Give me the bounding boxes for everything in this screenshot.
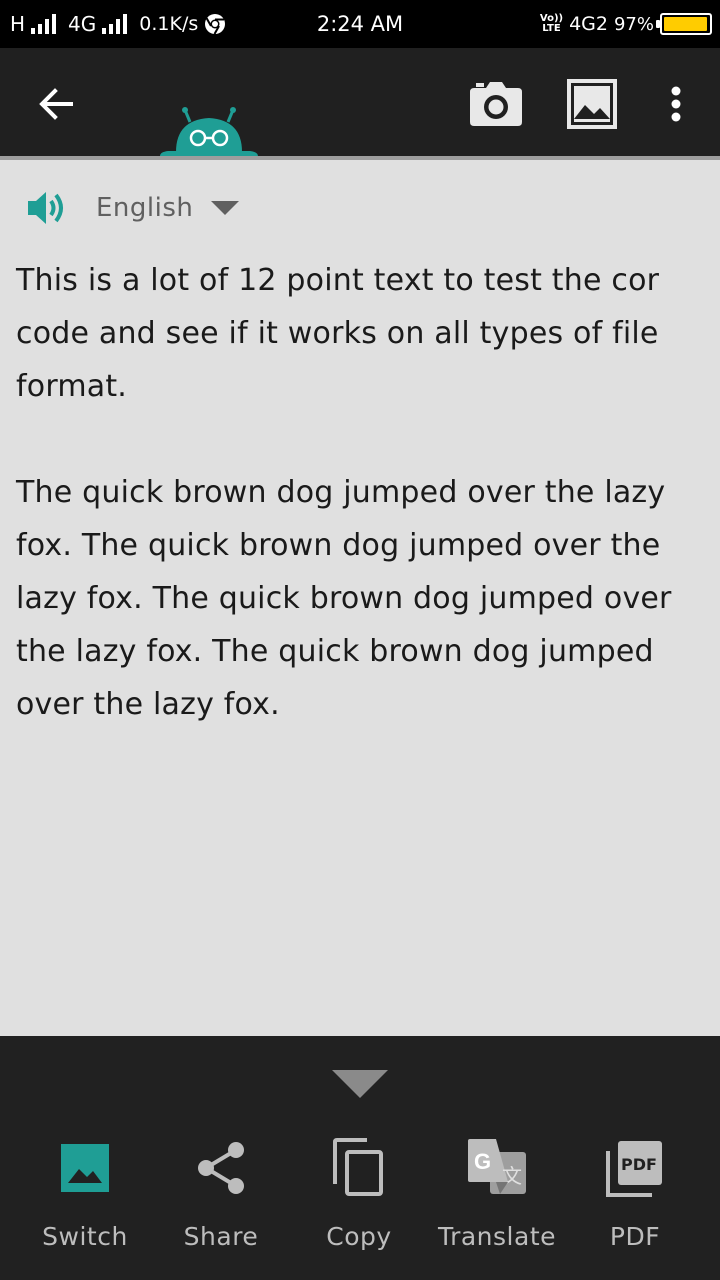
status-bar: H 4G 0.1K/s 2:24 AM Vo)) LTE 4G2 97%	[0, 0, 720, 48]
battery-icon	[656, 13, 712, 35]
switch-label: Switch	[42, 1222, 128, 1251]
ocr-result-text[interactable]: This is a lot of 12 point text to test t…	[16, 254, 706, 784]
camera-button[interactable]	[466, 78, 526, 130]
text-paragraph-1: This is a lot of 12 point text to test t…	[16, 263, 660, 404]
share-label: Share	[183, 1222, 259, 1251]
gallery-button[interactable]	[562, 76, 622, 132]
copy-label: Copy	[326, 1222, 392, 1251]
svg-text:PDF: PDF	[621, 1155, 657, 1174]
collapse-button[interactable]	[330, 1070, 390, 1102]
content-area: English This is a lot of 12 point text t…	[0, 160, 720, 1036]
translate-label: Translate	[437, 1222, 556, 1251]
network-type-right: 4G2	[569, 13, 608, 35]
more-vert-icon	[671, 86, 681, 122]
image-icon	[61, 1144, 109, 1192]
back-button[interactable]	[30, 80, 82, 128]
camera-icon	[470, 82, 522, 126]
pdf-icon: PDF	[606, 1141, 662, 1197]
volte-icon: Vo)) LTE	[539, 13, 564, 34]
chevron-down-icon[interactable]	[211, 201, 240, 215]
bottom-action-bar: Switch Share Copy G文 Translate PDF PDF	[0, 1036, 720, 1280]
more-options-button[interactable]	[656, 78, 696, 130]
pdf-button[interactable]: PDF PDF	[565, 1136, 705, 1256]
language-row: English	[26, 188, 240, 228]
copy-icon	[333, 1138, 383, 1196]
collapse-triangle-icon	[332, 1070, 388, 1098]
speaker-icon[interactable]	[26, 188, 68, 228]
copy-button[interactable]: Copy	[289, 1136, 429, 1256]
switch-button[interactable]: Switch	[15, 1136, 155, 1256]
status-right: Vo)) LTE 4G2 97%	[540, 0, 712, 48]
text-paragraph-2: The quick brown dog jumped over the lazy…	[16, 475, 672, 722]
language-selector[interactable]: English	[96, 193, 193, 223]
mascot-logo	[160, 107, 258, 156]
back-arrow-icon	[39, 88, 73, 120]
share-icon	[198, 1142, 244, 1194]
google-translate-icon: G文	[468, 1139, 526, 1194]
battery-fill	[664, 17, 707, 31]
translate-button[interactable]: G文 Translate	[427, 1136, 567, 1256]
battery-percent: 97%	[613, 13, 654, 35]
share-button[interactable]: Share	[151, 1136, 291, 1256]
pdf-label: PDF	[609, 1222, 661, 1251]
svg-text:G: G	[474, 1149, 491, 1174]
image-icon	[567, 79, 617, 129]
